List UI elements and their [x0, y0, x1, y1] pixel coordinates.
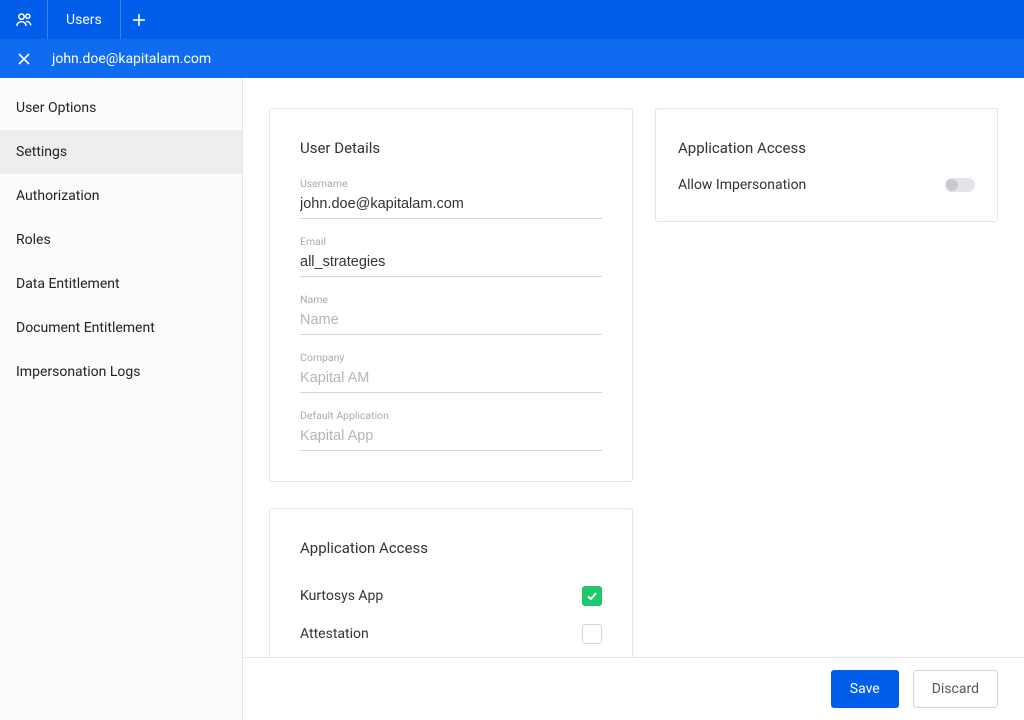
- user-details-title: User Details: [300, 139, 602, 157]
- sidebar-item-impersonation-logs[interactable]: Impersonation Logs: [0, 350, 242, 394]
- application-access-title: Application Access: [300, 539, 602, 557]
- allow-impersonation-label: Allow Impersonation: [678, 177, 806, 193]
- sidebar-item-roles[interactable]: Roles: [0, 218, 242, 262]
- record-title: john.doe@kapitalam.com: [48, 51, 211, 67]
- sidebar-item-settings[interactable]: Settings: [0, 130, 242, 174]
- kurtosys-checkbox[interactable]: [582, 586, 602, 606]
- users-icon[interactable]: [0, 0, 48, 39]
- access-row-attestation: Attestation: [300, 615, 602, 653]
- name-input[interactable]: [300, 309, 602, 335]
- access-row-label: Kurtosys App: [300, 588, 383, 604]
- sidebar-item-label: Data Entitlement: [16, 276, 120, 292]
- sidebar-item-label: Roles: [16, 232, 51, 248]
- company-input[interactable]: [300, 367, 602, 393]
- sidebar-item-label: User Options: [16, 100, 96, 116]
- sidebar-item-authorization[interactable]: Authorization: [0, 174, 242, 218]
- allow-impersonation-toggle[interactable]: [945, 178, 975, 192]
- sidebar-item-document-entitlement[interactable]: Document Entitlement: [0, 306, 242, 350]
- username-input[interactable]: [300, 193, 602, 219]
- tab-users[interactable]: Users: [48, 0, 121, 39]
- user-details-card: User Details Username Email Name Co: [269, 108, 633, 482]
- sidebar: User Options Settings Authorization Role…: [0, 78, 243, 720]
- sidebar-item-label: Settings: [16, 144, 67, 160]
- footer-bar: Save Discard: [243, 657, 1024, 720]
- discard-button[interactable]: Discard: [913, 670, 998, 708]
- access-row-label: Attestation: [300, 626, 369, 642]
- tab-users-label: Users: [66, 12, 102, 28]
- sidebar-item-label: Impersonation Logs: [16, 364, 140, 380]
- toggle-knob: [946, 179, 958, 191]
- main-content: User Details Username Email Name Co: [243, 78, 1024, 720]
- save-button[interactable]: Save: [831, 670, 899, 708]
- name-label: Name: [300, 293, 602, 306]
- close-button[interactable]: [0, 39, 48, 78]
- default-app-input[interactable]: [300, 425, 602, 451]
- check-icon: [586, 590, 598, 602]
- save-button-label: Save: [850, 681, 880, 697]
- sub-bar: john.doe@kapitalam.com: [0, 39, 1024, 78]
- email-input[interactable]: [300, 251, 602, 277]
- sidebar-item-label: Authorization: [16, 188, 99, 204]
- impersonation-card-title: Application Access: [678, 139, 975, 157]
- impersonation-card: Application Access Allow Impersonation: [655, 108, 998, 222]
- company-label: Company: [300, 351, 602, 364]
- email-label: Email: [300, 235, 602, 248]
- username-label: Username: [300, 177, 602, 190]
- application-access-card: Application Access Kurtosys App Attestat…: [269, 508, 633, 680]
- sidebar-item-user-options[interactable]: User Options: [0, 86, 242, 130]
- discard-button-label: Discard: [932, 681, 979, 697]
- top-bar: Users: [0, 0, 1024, 39]
- sidebar-item-label: Document Entitlement: [16, 320, 155, 336]
- attestation-checkbox[interactable]: [582, 624, 602, 644]
- sidebar-item-data-entitlement[interactable]: Data Entitlement: [0, 262, 242, 306]
- default-app-label: Default Application: [300, 409, 602, 422]
- access-row-kurtosys: Kurtosys App: [300, 577, 602, 615]
- add-tab-button[interactable]: [121, 0, 157, 39]
